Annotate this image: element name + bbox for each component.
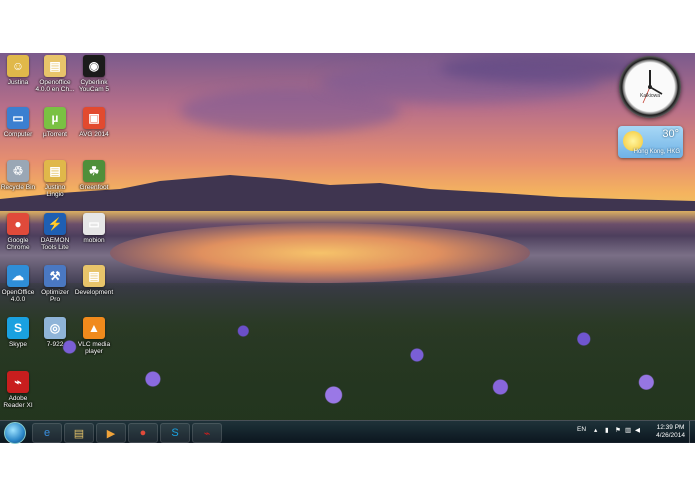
taskbar-file-explorer-button[interactable]: ▤ — [64, 423, 94, 443]
desktop-icon-label: Greenfoot — [79, 184, 109, 191]
desktop-icon-label: Cyberlink YouCam 5 — [78, 79, 110, 93]
adobe-reader-icon: ⌁ — [203, 427, 211, 440]
desktop-icon-label: Development — [74, 289, 114, 296]
desktop-icon-label: Openoffice 4.0.0 en Ch... — [35, 79, 75, 93]
desktop-icon-label: µTorrent — [43, 131, 67, 138]
desktop-icon[interactable]: ▤ Development — [72, 265, 116, 296]
desktop-icon-image-icon: ☺ — [7, 55, 29, 77]
desktop-icon-image-icon: ▭ — [83, 213, 105, 235]
desktop-icon[interactable]: ▤ Openoffice 4.0.0 en Ch... — [33, 55, 77, 93]
desktop-icon-image-icon: ⚡ — [44, 213, 66, 235]
battery-icon[interactable]: ▮ — [605, 426, 609, 434]
desktop-icon-image-icon: ▤ — [44, 55, 66, 77]
desktop-icon-image-icon: ◎ — [44, 317, 66, 339]
desktop-icon-label: DAEMON Tools Lite — [40, 237, 70, 251]
desktop-icon-label: AVG 2014 — [79, 131, 109, 138]
weather-temperature: 30° — [662, 128, 679, 140]
desktop-icon-image-icon: µ — [44, 107, 66, 129]
desktop-icon[interactable]: ▭ mobion — [72, 213, 116, 244]
clock-time: 12:39 PM — [656, 424, 685, 431]
desktop-icon-image-icon: ▤ — [83, 265, 105, 287]
desktop-icon[interactable]: ◉ Cyberlink YouCam 5 — [72, 55, 116, 93]
desktop-icon[interactable]: ▣ AVG 2014 — [72, 107, 116, 138]
taskbar-adobe-reader-button[interactable]: ⌁ — [192, 423, 222, 443]
start-button[interactable] — [4, 422, 26, 444]
weather-gadget[interactable]: 30° Hong Kong, HKG — [618, 126, 683, 158]
network-icon[interactable]: ▥ — [625, 426, 631, 434]
desktop-icon-image-icon: ▲ — [83, 317, 105, 339]
desktop-icon-image-icon: ▤ — [44, 160, 66, 182]
media-player-icon: ▶ — [106, 427, 116, 440]
desktop-icon-label: 7-922 — [46, 341, 64, 348]
clock-date: 4/26/2014 — [656, 432, 685, 439]
desktop-icon-image-icon: ● — [7, 213, 29, 235]
desktop-icon[interactable]: ⌁ Adobe Reader XI — [0, 371, 40, 409]
desktop-icon[interactable]: ⚡ DAEMON Tools Lite — [33, 213, 77, 251]
weather-city: Hong Kong, HKG — [633, 149, 680, 155]
desktop-icon-label: Optimizer Pro — [41, 289, 69, 303]
action-center-flag-icon[interactable]: ⚑ — [615, 426, 621, 434]
desktop-icon-image-icon: ▣ — [83, 107, 105, 129]
desktop-icon-image-icon: ☁ — [7, 265, 29, 287]
taskbar-skype-button[interactable]: S — [160, 423, 190, 443]
desktop-icon-label: mobion — [83, 237, 105, 244]
taskbar: e ▤ ▶ ● S ⌁ EN ▴ ▮ ⚑ ▥ ◀ 12:39 PM 4/26/2014 — [0, 420, 695, 444]
desktop-icon-image-icon: ☘ — [83, 160, 105, 182]
desktop-icon[interactable]: ◎ 7-922 — [33, 317, 77, 348]
desktop-icon-image-icon: ⌁ — [7, 371, 29, 393]
desktop-icon-image-icon: ◉ — [83, 55, 105, 77]
system-clock[interactable]: 12:39 PM 4/26/2014 — [656, 424, 685, 440]
desktop-icon[interactable]: ⚒ Optimizer Pro — [33, 265, 77, 303]
show-desktop-button[interactable] — [689, 421, 695, 443]
internet-explorer-icon: e — [43, 427, 51, 439]
taskbar-chrome-button[interactable]: ● — [128, 423, 158, 443]
taskbar-internet-explorer-button[interactable]: e — [32, 423, 62, 443]
desktop-icon[interactable]: ▲ VLC media player — [72, 317, 116, 355]
desktop-icon[interactable]: ☘ Greenfoot — [72, 160, 116, 191]
desktop-icon-image-icon: ▭ — [7, 107, 29, 129]
desktop-icon[interactable]: ▤ Justino Lingio — [33, 160, 77, 198]
taskbar-media-player-button[interactable]: ▶ — [96, 423, 126, 443]
flower-field — [0, 283, 695, 442]
clock-face-icon — [642, 70, 663, 104]
desktop-icon-label: Justino Lingio — [44, 184, 66, 198]
volume-icon[interactable]: ◀ — [635, 426, 640, 434]
desktop-icon-label: Adobe Reader XI — [3, 395, 33, 409]
desktop-icon-image-icon: ♲ — [7, 160, 29, 182]
desktop-wallpaper: ☺ Justina ▤ Openoffice 4.0.0 en Ch... ◉ Cyber… — [0, 53, 695, 442]
show-hidden-icons-icon[interactable]: ▴ — [594, 426, 597, 434]
desktop-icon-image-icon: ⚒ — [44, 265, 66, 287]
desktop-icon[interactable]: µ µTorrent — [33, 107, 77, 138]
desktop-icon-label: VLC media player — [77, 341, 111, 355]
file-explorer-icon: ▤ — [73, 427, 85, 440]
clock-gadget[interactable]: Kalkiowa — [619, 56, 681, 118]
chrome-icon: ● — [139, 427, 147, 439]
lake-reflection — [110, 223, 530, 283]
sun-icon — [623, 131, 643, 151]
skype-icon: S — [171, 427, 179, 439]
desktop-icon-image-icon: S — [7, 317, 29, 339]
language-indicator[interactable]: EN — [577, 426, 586, 433]
clock-brand: Kalkiowa — [639, 93, 660, 99]
